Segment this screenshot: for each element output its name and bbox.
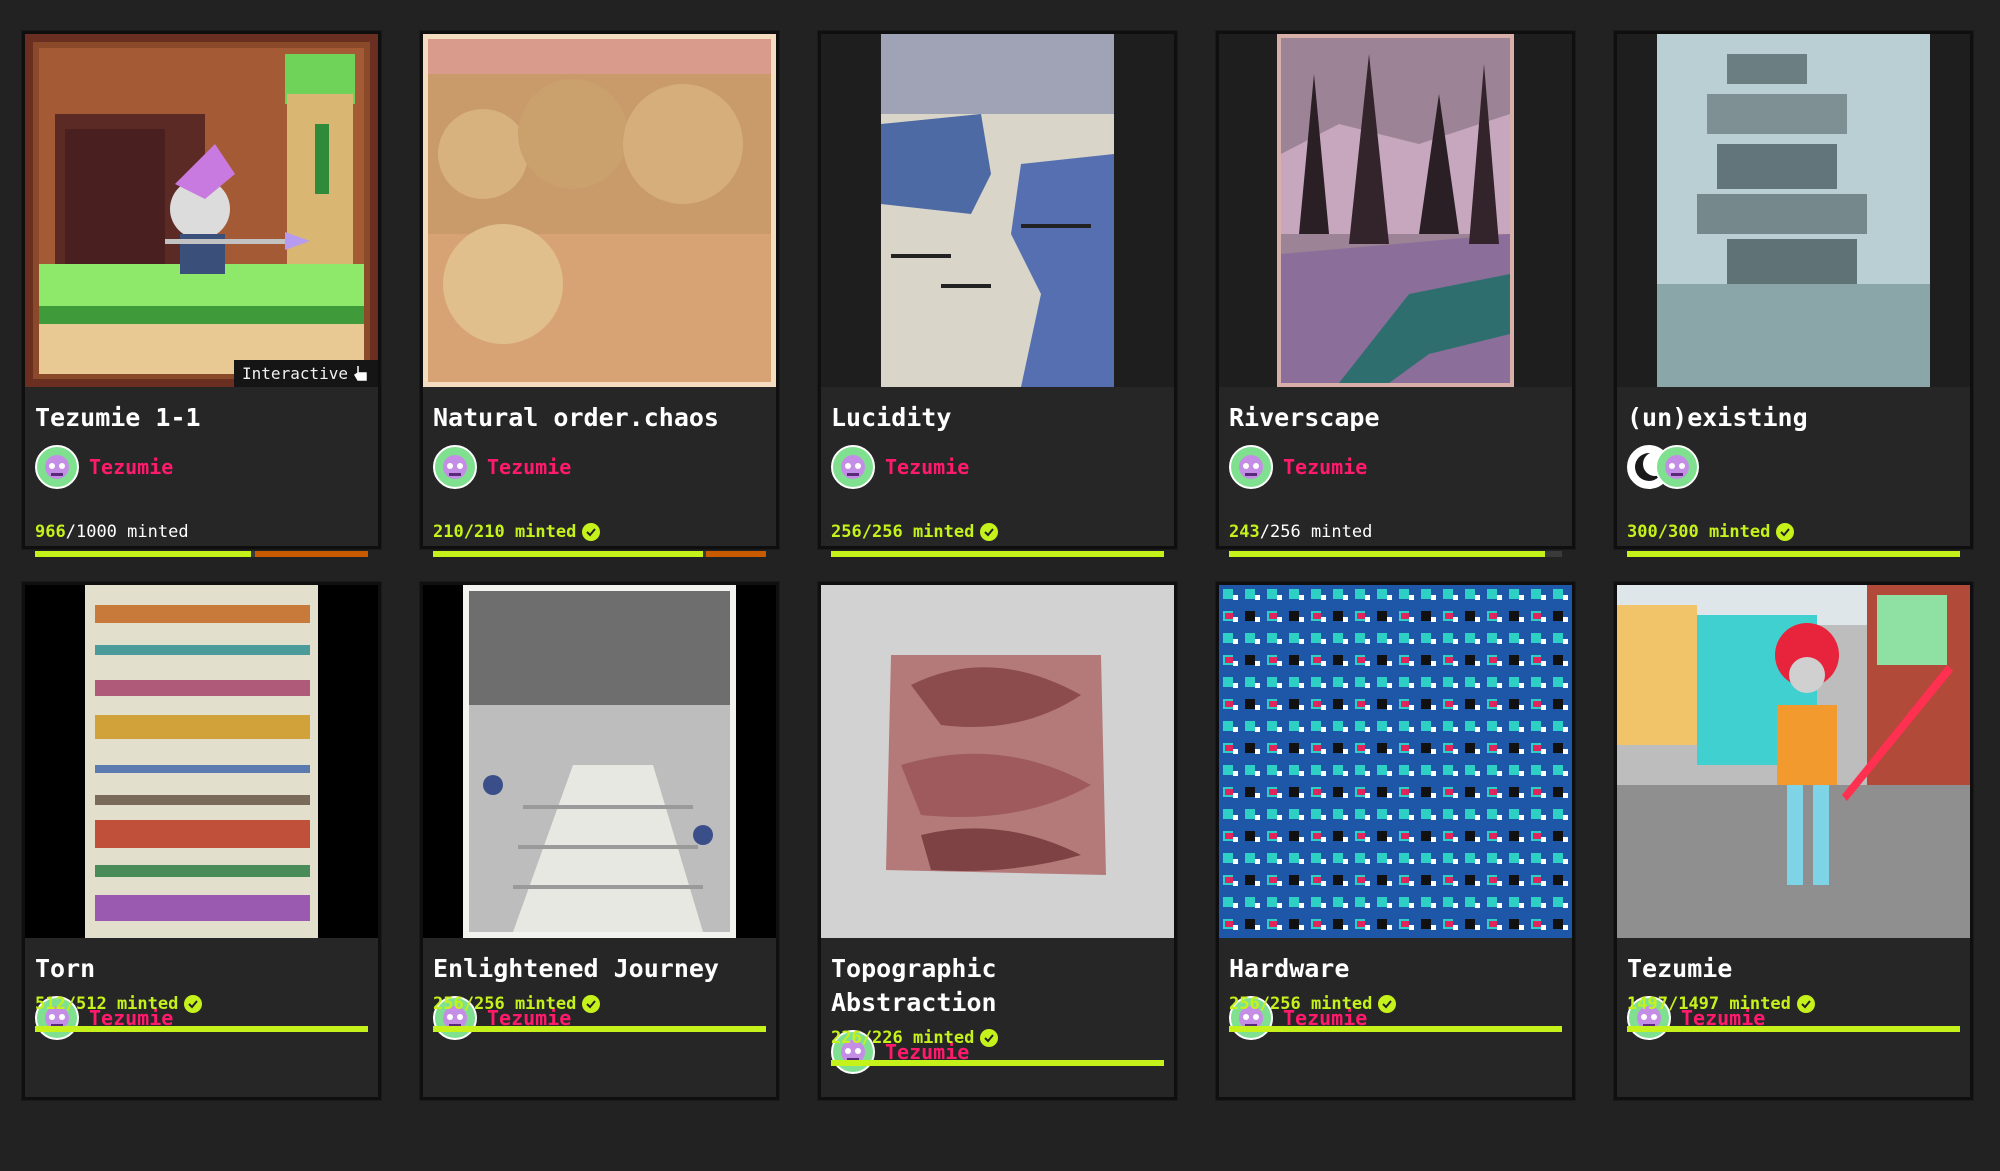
mint-progress-bar xyxy=(1229,551,1562,557)
card-title[interactable]: Natural order.chaos xyxy=(433,401,766,435)
artist-row[interactable]: Tezumie xyxy=(35,443,368,491)
card-title[interactable]: Lucidity xyxy=(831,401,1164,435)
card-un-existing[interactable]: (un)existing 300/300 minted xyxy=(1614,31,1973,557)
mint-status: 256/256 minted xyxy=(831,522,1164,542)
artist-name[interactable]: Tezumie xyxy=(1283,455,1367,479)
card-title[interactable]: Torn xyxy=(35,952,368,986)
check-circle-icon xyxy=(1776,523,1795,541)
mint-status: 1497/1497 minted xyxy=(1627,994,1960,1014)
mint-status: 300/300 minted xyxy=(1627,522,1960,542)
mint-progress-bar xyxy=(433,551,766,557)
mint-status: 256/256 minted xyxy=(1229,994,1562,1014)
interactive-badge: Interactive xyxy=(234,360,378,387)
mint-status: 243/256 minted xyxy=(1229,522,1373,542)
check-circle-icon xyxy=(582,523,601,541)
check-circle-icon xyxy=(980,523,999,541)
card-tezumie-1-1[interactable]: Interactive Tezumie 1-1 Tezumie 966/1000… xyxy=(22,31,381,557)
card-lucidity[interactable]: Lucidity Tezumie 256/256 minted xyxy=(818,31,1177,557)
check-circle-icon xyxy=(1378,995,1397,1013)
artwork-thumbnail[interactable]: Interactive xyxy=(25,34,378,387)
gallery-grid: Interactive Tezumie 1-1 Tezumie 966/1000… xyxy=(22,31,1973,1131)
tezumie-avatar-icon xyxy=(35,445,79,489)
artwork-thumbnail[interactable] xyxy=(423,585,776,938)
artist-name[interactable]: Tezumie xyxy=(487,455,571,479)
artist-name[interactable]: Tezumie xyxy=(885,455,969,479)
card-title[interactable]: (un)existing xyxy=(1627,401,1960,435)
card-title[interactable]: Riverscape xyxy=(1229,401,1562,435)
mint-progress-bar xyxy=(1627,551,1960,557)
artwork-thumbnail[interactable] xyxy=(821,34,1174,387)
artist-row[interactable]: Tezumie xyxy=(433,443,766,491)
mint-progress-bar xyxy=(35,551,368,557)
check-circle-icon xyxy=(582,995,601,1013)
card-title[interactable]: Enlightened Journey xyxy=(433,952,766,986)
artwork-thumbnail[interactable] xyxy=(1617,585,1970,938)
mint-status: 256/256 minted xyxy=(433,994,766,1014)
tezumie-avatar-icon xyxy=(433,445,477,489)
artist-row[interactable]: Tezumie xyxy=(1229,443,1562,491)
card-title[interactable]: Hardware xyxy=(1229,952,1562,986)
artwork-thumbnail[interactable] xyxy=(1219,34,1572,387)
artwork-thumbnail[interactable] xyxy=(423,34,776,387)
mint-progress-bar xyxy=(831,551,1164,557)
artist-name[interactable]: Tezumie xyxy=(89,455,173,479)
mint-progress-bar xyxy=(1229,1026,1562,1032)
mint-progress-bar xyxy=(35,1026,368,1032)
check-circle-icon xyxy=(980,1029,999,1047)
mint-status: 226/226 minted xyxy=(831,1028,1164,1048)
tezumie-avatar-icon xyxy=(1655,445,1699,489)
artwork-thumbnail[interactable] xyxy=(1617,34,1970,387)
card-riverscape[interactable]: Riverscape Tezumie 243/256 minted xyxy=(1216,31,1575,557)
card-enlightened-journey[interactable]: Enlightened Journey Tezumie 256/256 mint… xyxy=(420,582,779,1100)
card-torn[interactable]: Torn Tezumie 512/512 minted xyxy=(22,582,381,1100)
mint-progress-bar xyxy=(433,1026,766,1032)
artist-row[interactable]: Tezumie xyxy=(831,443,1164,491)
card-natural-order-chaos[interactable]: Natural order.chaos Tezumie 210/210 mint… xyxy=(420,31,779,557)
tezumie-avatar-icon xyxy=(831,445,875,489)
card-hardware[interactable]: Hardware Tezumie 256/256 minted xyxy=(1216,582,1575,1100)
card-title[interactable]: Topographic Abstraction xyxy=(831,952,1164,1020)
mint-progress-bar xyxy=(1627,1026,1960,1032)
artwork-thumbnail[interactable] xyxy=(1219,585,1572,938)
mint-status: 512/512 minted xyxy=(35,994,368,1014)
check-circle-icon xyxy=(184,995,203,1013)
hand-pointer-icon xyxy=(354,365,367,381)
card-title[interactable]: Tezumie xyxy=(1627,952,1960,986)
check-circle-icon xyxy=(1796,995,1815,1013)
artwork-thumbnail[interactable] xyxy=(25,585,378,938)
mint-status: 966/1000 minted xyxy=(35,522,189,542)
card-topographic-abstraction[interactable]: Topographic Abstraction Tezumie 226/226 … xyxy=(818,582,1177,1100)
card-title[interactable]: Tezumie 1-1 xyxy=(35,401,368,435)
artist-row[interactable] xyxy=(1627,443,1960,491)
artwork-thumbnail[interactable] xyxy=(821,585,1174,938)
mint-status: 210/210 minted xyxy=(433,522,766,542)
card-tezumie[interactable]: Tezumie Tezumie 1497/1497 minted xyxy=(1614,582,1973,1100)
tezumie-avatar-icon xyxy=(1229,445,1273,489)
mint-progress-bar xyxy=(831,1060,1164,1066)
